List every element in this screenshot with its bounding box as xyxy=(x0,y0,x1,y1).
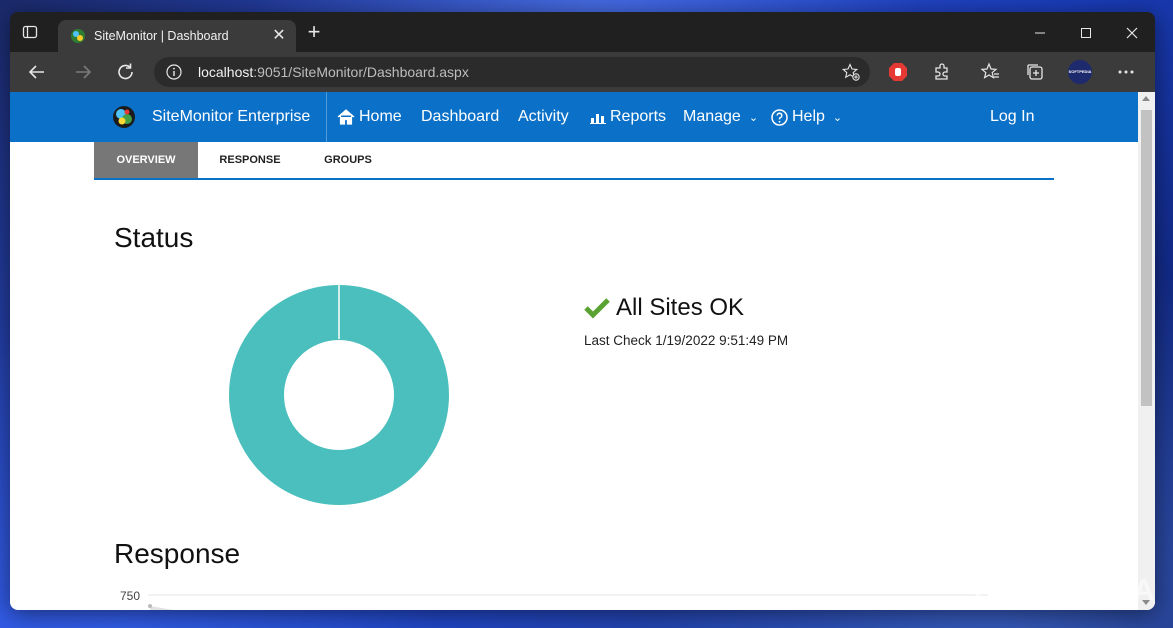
browser-window: SiteMonitor | Dashboard ✕ + localhost:90… xyxy=(10,12,1155,610)
collections-icon[interactable] xyxy=(1025,62,1045,82)
response-chart[interactable] xyxy=(148,586,988,610)
url-host: localhost xyxy=(198,64,254,80)
new-tab-icon[interactable]: + xyxy=(304,21,324,43)
tab-bar: SiteMonitor | Dashboard ✕ + xyxy=(10,12,1155,52)
minimize-button[interactable] xyxy=(1017,20,1063,46)
close-tab-icon[interactable]: ✕ xyxy=(270,27,288,45)
response-point[interactable] xyxy=(148,604,152,608)
site-navbar: SiteMonitor Enterprise Home Dashboard Ac… xyxy=(10,92,1138,142)
nav-activity-label: Activity xyxy=(518,108,569,125)
nav-dashboard-label: Dashboard xyxy=(421,108,500,125)
url-path: :9051/SiteMonitor/Dashboard.aspx xyxy=(253,64,469,80)
forward-icon[interactable] xyxy=(68,60,96,84)
page-viewport: SiteMonitor Enterprise Home Dashboard Ac… xyxy=(10,92,1155,610)
tab-title: SiteMonitor | Dashboard xyxy=(94,29,229,43)
tab-groups[interactable]: GROUPS xyxy=(302,142,394,178)
nav-reports[interactable]: Reports xyxy=(590,108,666,126)
add-favorite-icon[interactable] xyxy=(841,63,860,81)
help-circle-icon xyxy=(771,108,788,126)
bar-chart-icon xyxy=(590,114,606,124)
response-area xyxy=(150,606,174,610)
chevron-down-icon: ⌄ xyxy=(832,111,843,124)
browser-tab[interactable]: SiteMonitor | Dashboard ✕ xyxy=(58,20,296,52)
status-summary: All Sites OK xyxy=(584,294,744,322)
sitemonitor-logo-icon[interactable] xyxy=(112,105,136,129)
tab-response[interactable]: RESPONSE xyxy=(198,142,302,178)
tab-overview[interactable]: OVERVIEW xyxy=(94,142,198,178)
status-donut-chart[interactable] xyxy=(228,284,450,506)
y-tick-label: 750 xyxy=(120,589,141,603)
brand-name[interactable]: SiteMonitor Enterprise xyxy=(152,108,310,126)
dashboard-subtabs: OVERVIEW RESPONSE GROUPS xyxy=(94,142,1054,180)
response-heading: Response xyxy=(114,538,241,569)
scroll-thumb[interactable] xyxy=(1141,110,1152,406)
more-menu-icon[interactable] xyxy=(1116,62,1136,82)
back-icon[interactable] xyxy=(24,60,52,84)
status-heading: Status xyxy=(114,222,194,253)
home-icon xyxy=(337,109,355,125)
checkmark-icon xyxy=(584,298,610,319)
extensions-icon[interactable] xyxy=(932,62,952,82)
nav-reports-label: Reports xyxy=(610,108,667,125)
softpedia-watermark: SOFTPEDIA xyxy=(975,574,1156,607)
close-window-button[interactable] xyxy=(1109,20,1155,46)
nav-home-label: Home xyxy=(359,108,402,125)
profile-avatar[interactable]: SOFTPEDIA xyxy=(1068,60,1092,84)
nav-activity[interactable]: Activity xyxy=(518,108,569,126)
scroll-up-arrow-icon[interactable] xyxy=(1142,96,1150,101)
nav-divider xyxy=(326,92,327,142)
nav-help[interactable]: Help ⌄ xyxy=(771,108,842,126)
status-message: All Sites OK xyxy=(616,294,745,321)
nav-manage-label: Manage xyxy=(683,108,741,125)
nav-dashboard[interactable]: Dashboard xyxy=(421,108,499,126)
last-check-text: Last Check 1/19/2022 9:51:49 PM xyxy=(584,333,789,348)
nav-manage[interactable]: Manage ⌄ xyxy=(683,108,758,126)
chevron-down-icon: ⌄ xyxy=(748,111,759,124)
maximize-button[interactable] xyxy=(1063,20,1109,46)
nav-home[interactable]: Home xyxy=(337,108,402,126)
tab-actions-icon[interactable] xyxy=(22,24,38,40)
adblock-icon[interactable] xyxy=(888,62,908,82)
browser-toolbar: localhost:9051/SiteMonitor/Dashboard.asp… xyxy=(10,52,1155,92)
url-text: localhost:9051/SiteMonitor/Dashboard.asp… xyxy=(198,64,469,80)
site-info-icon[interactable] xyxy=(166,64,182,80)
login-label: Log In xyxy=(990,108,1035,125)
profile-avatar-text: SOFTPEDIA xyxy=(1068,69,1092,74)
refresh-icon[interactable] xyxy=(112,60,140,84)
page-scrollbar[interactable] xyxy=(1138,92,1155,610)
nav-help-label: Help xyxy=(792,108,825,125)
login-link[interactable]: Log In xyxy=(990,108,1034,126)
address-bar[interactable]: localhost:9051/SiteMonitor/Dashboard.asp… xyxy=(154,57,870,87)
sitemonitor-favicon-icon xyxy=(70,28,86,44)
favorites-icon[interactable] xyxy=(980,62,1000,82)
